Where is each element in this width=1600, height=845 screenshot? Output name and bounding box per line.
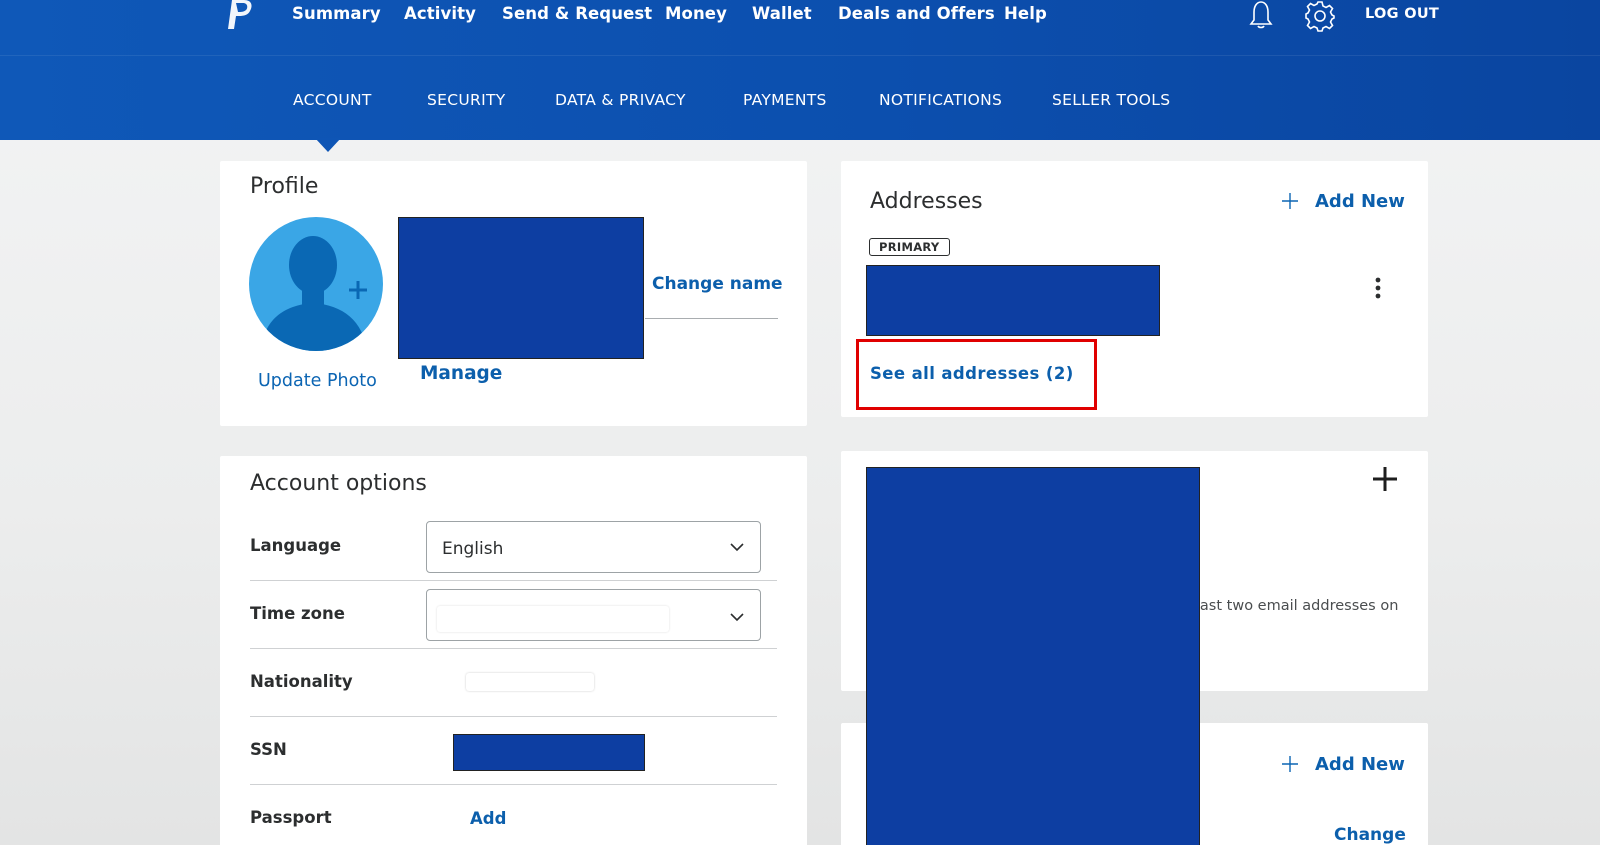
- subnav-security[interactable]: SECURITY: [427, 91, 505, 109]
- update-photo-link[interactable]: Update Photo: [258, 371, 377, 391]
- nationality-label: Nationality: [250, 672, 353, 691]
- avatar[interactable]: [249, 217, 383, 351]
- account-options-card: Account options Language English Time zo…: [220, 456, 807, 845]
- subnav-seller-tools[interactable]: SELLER TOOLS: [1052, 91, 1170, 109]
- add-phone-label[interactable]: Add New: [1315, 754, 1405, 775]
- profile-divider: [645, 318, 778, 319]
- bell-icon[interactable]: [1246, 0, 1276, 34]
- primary-badge: PRIMARY: [869, 238, 950, 256]
- row-divider: [250, 716, 777, 717]
- email-note-text: east two email addresses on: [1191, 598, 1399, 614]
- time-zone-label: Time zone: [250, 604, 345, 623]
- topnav-wallet[interactable]: Wallet: [752, 4, 812, 23]
- redacted-ssn: [453, 734, 645, 771]
- subnav-account[interactable]: ACCOUNT: [293, 91, 372, 109]
- passport-add-link[interactable]: Add: [470, 809, 506, 828]
- addresses-title: Addresses: [870, 189, 983, 214]
- topnav-money[interactable]: Money: [665, 4, 727, 23]
- see-all-addresses-link[interactable]: See all addresses (2): [870, 364, 1074, 383]
- language-select[interactable]: English: [426, 521, 761, 573]
- addresses-card: Addresses Add New PRIMARY See all addres…: [841, 161, 1428, 417]
- add-email-icon[interactable]: [1372, 466, 1398, 496]
- row-divider: [250, 784, 777, 785]
- chevron-down-icon: [730, 613, 744, 622]
- profile-title: Profile: [250, 174, 319, 199]
- row-divider: [250, 648, 777, 649]
- topnav-summary[interactable]: Summary: [292, 4, 381, 23]
- redacted-name: [398, 217, 644, 359]
- language-label: Language: [250, 536, 342, 555]
- topnav-activity[interactable]: Activity: [404, 4, 476, 23]
- add-address-label[interactable]: Add New: [1315, 191, 1405, 212]
- manage-link[interactable]: Manage: [420, 363, 502, 384]
- header-divider: [0, 55, 1600, 56]
- ssn-label: SSN: [250, 740, 287, 759]
- row-divider: [250, 580, 777, 581]
- redacted-time-zone: [437, 606, 669, 632]
- language-value: English: [442, 539, 504, 559]
- subnav-notifications[interactable]: NOTIFICATIONS: [879, 91, 1002, 109]
- plus-icon: [1282, 193, 1298, 209]
- topnav-send-request[interactable]: Send & Request: [502, 4, 652, 23]
- plus-icon: [349, 281, 367, 299]
- redacted-primary-address: [866, 265, 1160, 336]
- time-zone-select[interactable]: [426, 589, 761, 641]
- redacted-email-phone-block: [866, 467, 1200, 845]
- active-tab-indicator: [315, 138, 341, 152]
- header-bar: Summary Activity Send & Request Money Wa…: [0, 0, 1600, 140]
- subnav-data-privacy[interactable]: DATA & PRIVACY: [555, 91, 686, 109]
- logout-link[interactable]: LOG OUT: [1365, 6, 1439, 22]
- change-name-link[interactable]: Change name: [652, 274, 783, 294]
- plus-icon: [1282, 756, 1298, 772]
- change-phone-link[interactable]: Change: [1334, 825, 1406, 845]
- passport-label: Passport: [250, 808, 332, 827]
- paypal-logo[interactable]: [226, 0, 256, 30]
- more-options-icon[interactable]: [1375, 277, 1381, 303]
- topnav-deals-offers[interactable]: Deals and Offers: [838, 4, 995, 23]
- subnav-payments[interactable]: PAYMENTS: [743, 91, 827, 109]
- gear-icon[interactable]: [1304, 0, 1336, 36]
- account-options-title: Account options: [250, 471, 427, 496]
- topnav-help[interactable]: Help: [1004, 4, 1047, 23]
- profile-card: Profile Update Photo Change name Manage: [220, 161, 807, 426]
- redacted-nationality: [466, 673, 594, 691]
- chevron-down-icon: [730, 543, 744, 552]
